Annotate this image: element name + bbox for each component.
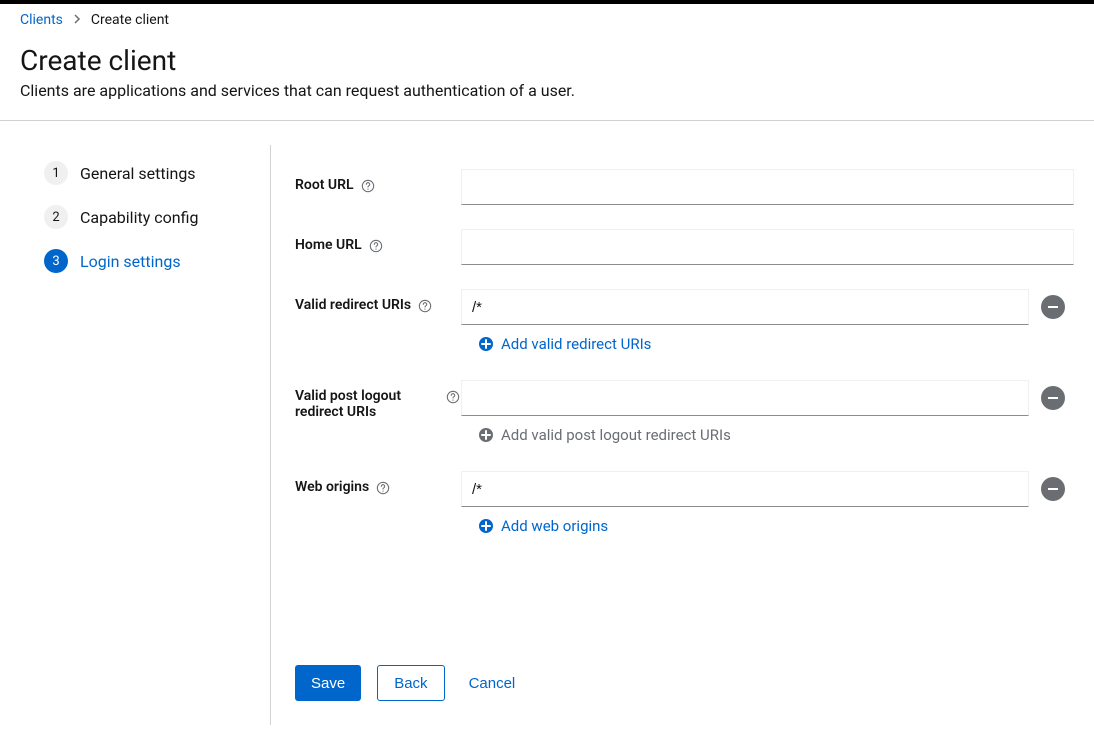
form-group-home-url: Home URL <box>295 229 1074 265</box>
breadcrumb-current: Create client <box>91 12 169 28</box>
label-home-url: Home URL <box>295 237 362 253</box>
wizard-step-login-settings[interactable]: 3 Login settings <box>44 239 250 283</box>
step-label: Login settings <box>80 252 181 271</box>
page-title: Create client <box>20 44 1074 77</box>
help-icon[interactable] <box>375 480 391 496</box>
step-number: 1 <box>44 161 68 185</box>
remove-post-logout-uri-button[interactable] <box>1041 386 1065 410</box>
back-button[interactable]: Back <box>377 665 444 701</box>
cancel-button[interactable]: Cancel <box>461 665 524 701</box>
minus-icon <box>1048 306 1058 308</box>
wizard-step-capability-config[interactable]: 2 Capability config <box>44 195 250 239</box>
root-url-input[interactable] <box>461 169 1074 205</box>
add-link-label: Add valid redirect URIs <box>501 335 651 353</box>
form-group-valid-redirect-uris: Valid redirect URIs Add valid redirect U… <box>295 289 1074 356</box>
minus-icon <box>1048 488 1058 490</box>
web-origins-input[interactable] <box>461 471 1029 507</box>
label-web-origins: Web origins <box>295 479 369 495</box>
help-icon[interactable] <box>360 178 376 194</box>
help-icon[interactable] <box>368 238 384 254</box>
add-link-label: Add web origins <box>501 517 608 535</box>
wizard-step-general-settings[interactable]: 1 General settings <box>44 151 250 195</box>
page-description: Clients are applications and services th… <box>20 81 1074 100</box>
content: 1 General settings 2 Capability config 3… <box>0 121 1094 725</box>
help-icon[interactable] <box>445 389 461 405</box>
wizard-nav: 1 General settings 2 Capability config 3… <box>0 145 270 725</box>
main-form: Root URL Home URL Va <box>270 145 1094 725</box>
breadcrumb-link-clients[interactable]: Clients <box>20 12 63 28</box>
save-button[interactable]: Save <box>295 665 361 701</box>
form-actions: Save Back Cancel <box>295 641 1074 701</box>
form-group-valid-post-logout-redirect-uris: Valid post logout redirect URIs Add vali… <box>295 380 1074 447</box>
add-link-label: Add valid post logout redirect URIs <box>501 426 731 444</box>
add-valid-post-logout-redirect-uris-button[interactable]: Add valid post logout redirect URIs <box>461 426 731 444</box>
label-valid-post-logout-redirect-uris: Valid post logout redirect URIs <box>295 388 439 420</box>
chevron-right-icon <box>73 13 81 27</box>
step-number: 3 <box>44 249 68 273</box>
home-url-input[interactable] <box>461 229 1074 265</box>
label-root-url: Root URL <box>295 177 354 193</box>
plus-circle-icon <box>477 335 495 353</box>
step-number: 2 <box>44 205 68 229</box>
form-group-root-url: Root URL <box>295 169 1074 205</box>
step-label: General settings <box>80 164 196 183</box>
help-icon[interactable] <box>417 298 433 314</box>
remove-redirect-uri-button[interactable] <box>1041 295 1065 319</box>
minus-icon <box>1048 397 1058 399</box>
plus-circle-icon <box>477 517 495 535</box>
breadcrumb: Clients Create client <box>0 4 1094 36</box>
add-web-origins-button[interactable]: Add web origins <box>461 517 608 535</box>
valid-post-logout-redirect-uris-input[interactable] <box>461 380 1029 416</box>
step-label: Capability config <box>80 208 198 227</box>
form-group-web-origins: Web origins Add web origins <box>295 471 1074 538</box>
plus-circle-icon <box>477 426 495 444</box>
add-valid-redirect-uris-button[interactable]: Add valid redirect URIs <box>461 335 651 353</box>
valid-redirect-uris-input[interactable] <box>461 289 1029 325</box>
label-valid-redirect-uris: Valid redirect URIs <box>295 297 411 313</box>
remove-web-origin-button[interactable] <box>1041 477 1065 501</box>
page-header: Create client Clients are applications a… <box>0 36 1094 120</box>
